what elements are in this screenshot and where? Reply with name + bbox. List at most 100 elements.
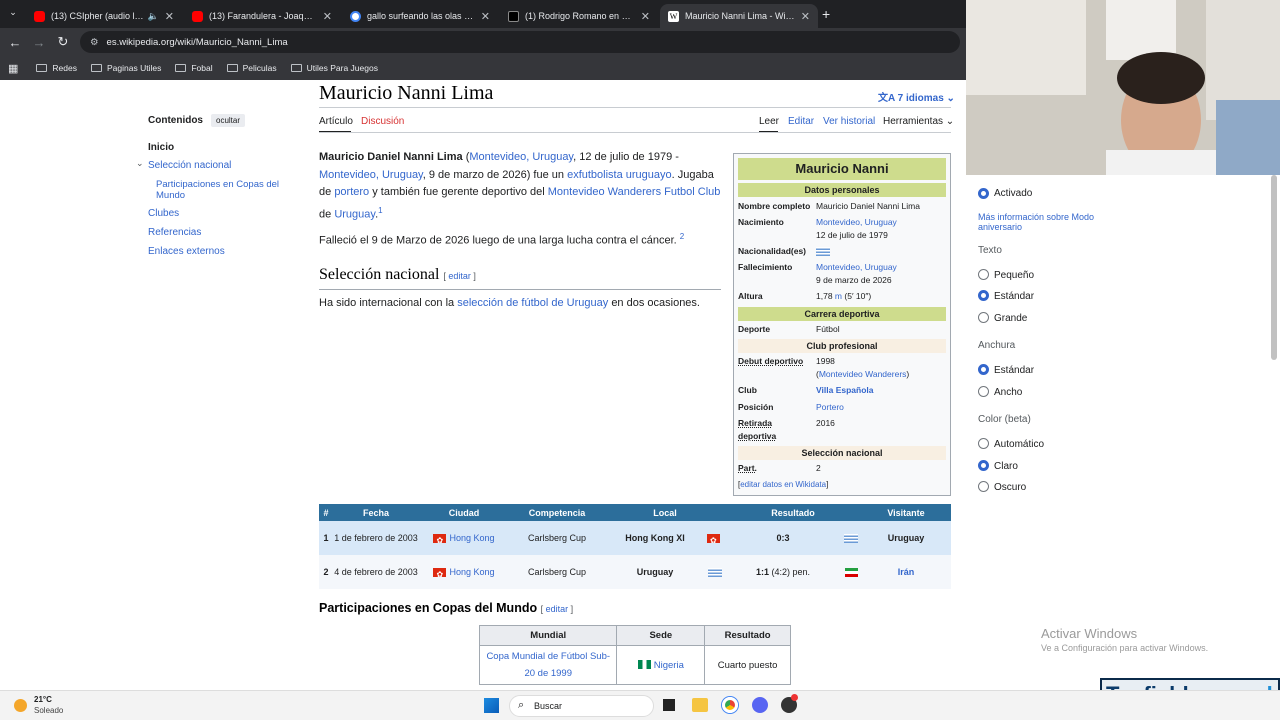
worldcup-event-link[interactable]: Copa Mundial de Fútbol Sub-20 de 1999 xyxy=(486,651,610,679)
infobox-link-death-place[interactable]: Montevideo, Uruguay xyxy=(816,261,946,274)
infobox-link-club[interactable]: Villa Española xyxy=(816,384,946,397)
address-bar[interactable]: ⚙ es.wikipedia.org/wiki/Mauricio_Nanni_L… xyxy=(80,31,960,53)
link-portero[interactable]: portero xyxy=(334,186,369,198)
section-edit-link[interactable]: [ editar ] xyxy=(443,271,476,281)
bookmark-folder-utiles-juegos[interactable]: Utiles Para Juegos xyxy=(290,63,378,73)
tab-read[interactable]: Leer xyxy=(759,116,779,127)
tab-x-post[interactable]: (1) Rodrigo Romano en X: "Falle ✕ xyxy=(500,4,658,28)
close-tab-icon[interactable]: ✕ xyxy=(323,10,332,23)
link-seleccion-uruguay[interactable]: selección de fútbol de Uruguay xyxy=(457,297,608,309)
radio-width-standard[interactable] xyxy=(978,364,989,375)
match-away-link[interactable]: Irán xyxy=(898,567,915,577)
radio-activado[interactable] xyxy=(978,188,989,199)
close-tab-icon[interactable]: ✕ xyxy=(481,10,490,23)
link-wanderers[interactable]: Montevideo Wanderers Futbol Club xyxy=(548,186,721,198)
apps-icon[interactable]: ▦ xyxy=(8,62,18,75)
link-birth-place[interactable]: Montevideo, Uruguay xyxy=(469,151,573,163)
chevron-down-icon[interactable]: ⌄ xyxy=(136,158,144,169)
tab-farandulera[interactable]: (13) Farandulera - Joaquín Da R ✕ xyxy=(184,4,340,28)
bookmarks-bar: ▦ Redes Paginas Utiles Fobal Peliculas U… xyxy=(0,56,966,80)
tab-csipher[interactable]: (13) CSIpher (audio latino) 🔈 ✕ xyxy=(26,4,182,28)
toc-item-inicio[interactable]: Inicio xyxy=(148,142,174,153)
close-tab-icon[interactable]: ✕ xyxy=(801,10,810,23)
tab-talk[interactable]: Discusión xyxy=(361,116,404,127)
tab-title: (1) Rodrigo Romano en X: "Falle xyxy=(525,11,635,21)
forward-icon[interactable]: → xyxy=(27,35,51,50)
host-link[interactable]: Nigeria xyxy=(654,660,684,671)
close-tab-icon[interactable]: ✕ xyxy=(165,10,174,23)
bookmark-folder-peliculas[interactable]: Peliculas xyxy=(226,63,277,73)
tab-edit[interactable]: Editar xyxy=(788,116,814,127)
ref-1[interactable]: 1 xyxy=(378,206,382,215)
wikidata-link[interactable]: editar datos en Wikidata xyxy=(740,480,826,489)
tab-search-button[interactable]: ⌄ xyxy=(6,7,20,21)
infobox-label: Deporte xyxy=(738,324,771,334)
link-exfutbolista[interactable]: exfutbolista uruguayo xyxy=(567,169,672,181)
link-death-place[interactable]: Montevideo, Uruguay xyxy=(319,169,423,181)
infobox-link-birth-place[interactable]: Montevideo, Uruguay xyxy=(816,216,946,229)
radio-text-large[interactable] xyxy=(978,312,989,323)
weather-temp[interactable]: 21°C xyxy=(34,695,52,704)
tab-history[interactable]: Ver historial xyxy=(823,116,875,127)
back-icon[interactable]: ← xyxy=(3,35,27,50)
folder-icon xyxy=(90,64,102,72)
edit-link[interactable]: editar xyxy=(546,604,569,614)
edit-link[interactable]: editar xyxy=(448,271,471,281)
column-header: # xyxy=(319,504,333,521)
toc-item-seleccion[interactable]: Selección nacional xyxy=(148,160,231,171)
webcam-overlay xyxy=(966,0,1280,175)
tools-menu[interactable]: Herramientas ⌄ xyxy=(883,116,954,127)
scrollbar-thumb[interactable] xyxy=(1271,175,1277,360)
toc-item-clubes[interactable]: Clubes xyxy=(148,208,179,219)
new-tab-button[interactable]: + xyxy=(822,6,830,22)
bookmark-folder-fobal[interactable]: Fobal xyxy=(175,63,213,73)
tab-article[interactable]: Artículo xyxy=(319,116,353,127)
activate-windows-subtitle: Ve a Configuración para activar Windows. xyxy=(1041,643,1209,653)
toc-item-enlaces[interactable]: Enlaces externos xyxy=(148,246,225,257)
bookmark-folder-redes[interactable]: Redes xyxy=(36,63,77,73)
radio-color-dark[interactable] xyxy=(978,481,989,492)
color-heading: Color (beta) xyxy=(978,414,1031,425)
toc-hide-button[interactable]: ocultar xyxy=(211,114,246,127)
language-selector[interactable]: 文A 7 idiomas ⌄ xyxy=(878,89,955,104)
unit-link[interactable]: m xyxy=(835,291,842,301)
radio-color-light[interactable] xyxy=(978,460,989,471)
infobox-label: Nacionalidad(es) xyxy=(738,246,807,256)
toc-item-referencias[interactable]: Referencias xyxy=(148,227,201,238)
radio-color-auto[interactable] xyxy=(978,438,989,449)
city-link[interactable]: Hong Kong xyxy=(449,533,494,543)
file-explorer-icon[interactable] xyxy=(692,698,708,712)
tab-google-search[interactable]: gallo surfeando las olas - Busca ✕ xyxy=(342,4,498,28)
uruguay-flag-icon[interactable] xyxy=(816,247,830,257)
radio-text-small[interactable] xyxy=(978,269,989,280)
section-edit-link[interactable]: [ editar ] xyxy=(541,604,574,614)
sun-weather-icon[interactable] xyxy=(14,699,27,712)
tab-wikipedia[interactable]: W Mauricio Nanni Lima - Wikiped ✕ xyxy=(660,4,818,28)
text: , 9 de marzo de 2026) fue un xyxy=(422,168,565,181)
close-tab-icon[interactable]: ✕ xyxy=(641,10,650,23)
speaker-icon[interactable]: 🔈 xyxy=(148,11,159,22)
bookmark-folder-paginas-utiles[interactable]: Paginas Utiles xyxy=(90,63,161,73)
infobox-label: Debut deportivo xyxy=(738,356,804,366)
link-uruguay[interactable]: Uruguay xyxy=(334,208,375,220)
more-info-link[interactable]: Más información sobre Modo aniversario xyxy=(978,212,1118,232)
radio-width-wide[interactable] xyxy=(978,386,989,397)
infobox-link-debut-club[interactable]: Montevideo Wanderers xyxy=(819,369,907,379)
infobox-link-position[interactable]: Portero xyxy=(816,401,946,414)
ref-2[interactable]: 2 xyxy=(680,232,684,241)
wikidata-edit[interactable]: [editar datos en Wikidata] xyxy=(738,480,828,489)
chrome-icon[interactable] xyxy=(722,697,738,713)
task-view-icon[interactable] xyxy=(663,699,675,711)
windows-start-icon[interactable] xyxy=(484,698,499,713)
radio-label: Estándar xyxy=(994,291,1035,302)
site-info-icon[interactable]: ⚙ xyxy=(90,37,99,48)
nigeria-flag-icon xyxy=(637,660,651,670)
discord-icon[interactable] xyxy=(752,697,768,713)
radio-text-standard[interactable] xyxy=(978,290,989,301)
taskbar-search[interactable]: ⌕ Buscar xyxy=(509,695,654,717)
reload-icon[interactable]: ↻ xyxy=(51,34,75,50)
city-link[interactable]: Hong Kong xyxy=(449,567,494,577)
column-header: Fecha xyxy=(333,504,419,521)
radio-label: Automático xyxy=(994,439,1045,450)
toc-item-participaciones[interactable]: Participaciones en Copas del Mundo xyxy=(156,179,296,201)
